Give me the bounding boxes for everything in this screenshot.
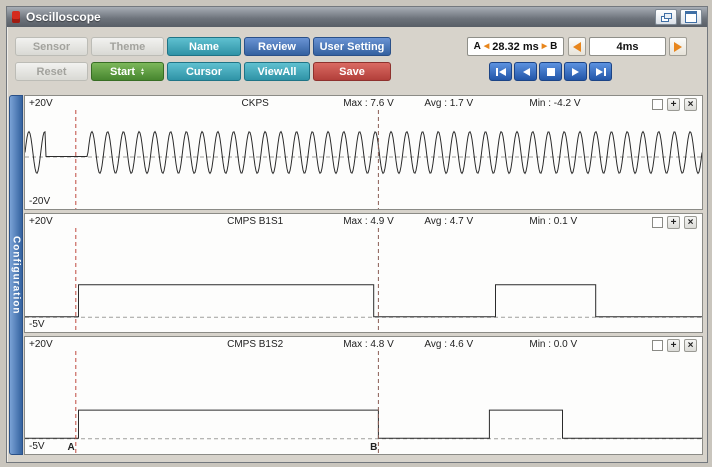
- right-arrow-icon: [674, 42, 682, 52]
- configuration-tab[interactable]: Configuration: [9, 95, 23, 455]
- review-button[interactable]: Review: [244, 37, 310, 56]
- cursor-b-flag[interactable]: B: [370, 442, 377, 453]
- start-button-label: Start: [110, 66, 135, 78]
- close-icon: ×: [688, 217, 694, 228]
- left-arrow-icon: [573, 42, 581, 52]
- app-icon: [12, 11, 20, 23]
- scale-top-label: +20V: [29, 339, 53, 350]
- channel-max-value: Max : 4.8 V: [343, 339, 394, 350]
- channel-controls: + ×: [652, 98, 697, 111]
- cursor-a-label: A: [474, 41, 481, 52]
- cursor-ab-time-readout: A ◀ 28.32 ms ▶ B: [467, 37, 564, 56]
- channel-panel-cmps-b1s2: +20V CMPS B1S2 Max : 4.8 V Avg : 4.6 V M…: [24, 336, 703, 455]
- window-maximize-button[interactable]: [680, 9, 702, 25]
- channel-visible-checkbox[interactable]: [652, 217, 663, 228]
- timebase-decrease-button[interactable]: [568, 37, 586, 56]
- maximize-icon: [685, 11, 697, 23]
- channel-name: CMPS B1S2: [201, 339, 309, 350]
- step-back-button[interactable]: [514, 62, 537, 81]
- back-icon: [521, 67, 531, 77]
- scale-bottom-label: -5V: [29, 441, 45, 452]
- sensor-button[interactable]: Sensor: [15, 37, 88, 56]
- channel-controls: + ×: [652, 339, 697, 352]
- oscilloscope-window: Oscilloscope Sensor Theme Name Review Us…: [6, 6, 708, 463]
- channel-max-value: Max : 7.6 V: [343, 98, 394, 109]
- channel-panels: +20V CKPS Max : 7.6 V Avg : 1.7 V Min : …: [24, 95, 703, 458]
- scale-top-label: +20V: [29, 216, 53, 227]
- skip-start-icon: [495, 67, 507, 77]
- channel-min-value: Min : -4.2 V: [529, 98, 580, 109]
- cursor-a-flag[interactable]: A: [67, 442, 74, 453]
- scale-top-label: +20V: [29, 98, 53, 109]
- plus-icon: +: [671, 340, 677, 351]
- reset-button[interactable]: Reset: [15, 62, 88, 81]
- channel-avg-value: Avg : 4.7 V: [424, 216, 473, 227]
- stop-icon: [546, 67, 556, 77]
- skip-to-start-button[interactable]: [489, 62, 512, 81]
- name-button[interactable]: Name: [167, 37, 241, 56]
- ckps-waveform-plot: [25, 96, 702, 209]
- cursor-delta-time: 28.32 ms: [492, 41, 538, 53]
- channel-name: CKPS: [201, 98, 309, 109]
- title-bar: Oscilloscope: [7, 7, 707, 27]
- close-icon: ×: [688, 340, 694, 351]
- channel-min-value: Min : 0.0 V: [529, 339, 577, 350]
- window-restore-button[interactable]: [655, 9, 677, 25]
- configuration-tab-label: Configuration: [11, 236, 22, 315]
- play-icon: [571, 67, 581, 77]
- channel-visible-checkbox[interactable]: [652, 99, 663, 110]
- scale-bottom-label: -20V: [29, 196, 50, 207]
- skip-end-icon: [595, 67, 607, 77]
- window-controls: [655, 9, 702, 25]
- spinner-up-down-icon: ▲ ▼: [140, 68, 145, 76]
- timebase-increase-button[interactable]: [669, 37, 687, 56]
- channel-panel-ckps: +20V CKPS Max : 7.6 V Avg : 1.7 V Min : …: [24, 95, 703, 210]
- viewall-button[interactable]: ViewAll: [244, 62, 310, 81]
- cursor-b-label: B: [550, 41, 557, 52]
- timebase-value: 4ms: [589, 37, 666, 56]
- cursor-a-marker-icon: ◀: [484, 43, 489, 50]
- close-button[interactable]: ×: [684, 98, 697, 111]
- play-button[interactable]: [564, 62, 587, 81]
- spinner-down-icon: ▼: [140, 72, 145, 76]
- channel-controls: + ×: [652, 216, 697, 229]
- cursor-b-marker-icon: ▶: [542, 43, 547, 50]
- window-title: Oscilloscope: [26, 10, 101, 24]
- start-button[interactable]: Start ▲ ▼: [91, 62, 164, 81]
- save-button[interactable]: Save: [313, 62, 391, 81]
- cursor-button[interactable]: Cursor: [167, 62, 241, 81]
- stop-button[interactable]: [539, 62, 562, 81]
- scale-bottom-label: -5V: [29, 319, 45, 330]
- restore-icon: [661, 13, 672, 22]
- zoom-button[interactable]: +: [667, 98, 680, 111]
- close-button[interactable]: ×: [684, 339, 697, 352]
- channel-max-value: Max : 4.9 V: [343, 216, 394, 227]
- close-icon: ×: [688, 99, 694, 110]
- close-button[interactable]: ×: [684, 216, 697, 229]
- cmps-b1s1-waveform-plot: [25, 214, 702, 332]
- channel-visible-checkbox[interactable]: [652, 340, 663, 351]
- plus-icon: +: [671, 99, 677, 110]
- channel-min-value: Min : 0.1 V: [529, 216, 577, 227]
- channel-name: CMPS B1S1: [201, 216, 309, 227]
- plus-icon: +: [671, 217, 677, 228]
- zoom-button[interactable]: +: [667, 339, 680, 352]
- skip-to-end-button[interactable]: [589, 62, 612, 81]
- theme-button[interactable]: Theme: [91, 37, 164, 56]
- zoom-button[interactable]: +: [667, 216, 680, 229]
- cmps-b1s2-waveform-plot: [25, 337, 702, 454]
- channel-panel-cmps-b1s1: +20V CMPS B1S1 Max : 4.9 V Avg : 4.7 V M…: [24, 213, 703, 333]
- user-setting-button[interactable]: User Setting: [313, 37, 391, 56]
- channel-avg-value: Avg : 4.6 V: [424, 339, 473, 350]
- channel-avg-value: Avg : 1.7 V: [424, 98, 473, 109]
